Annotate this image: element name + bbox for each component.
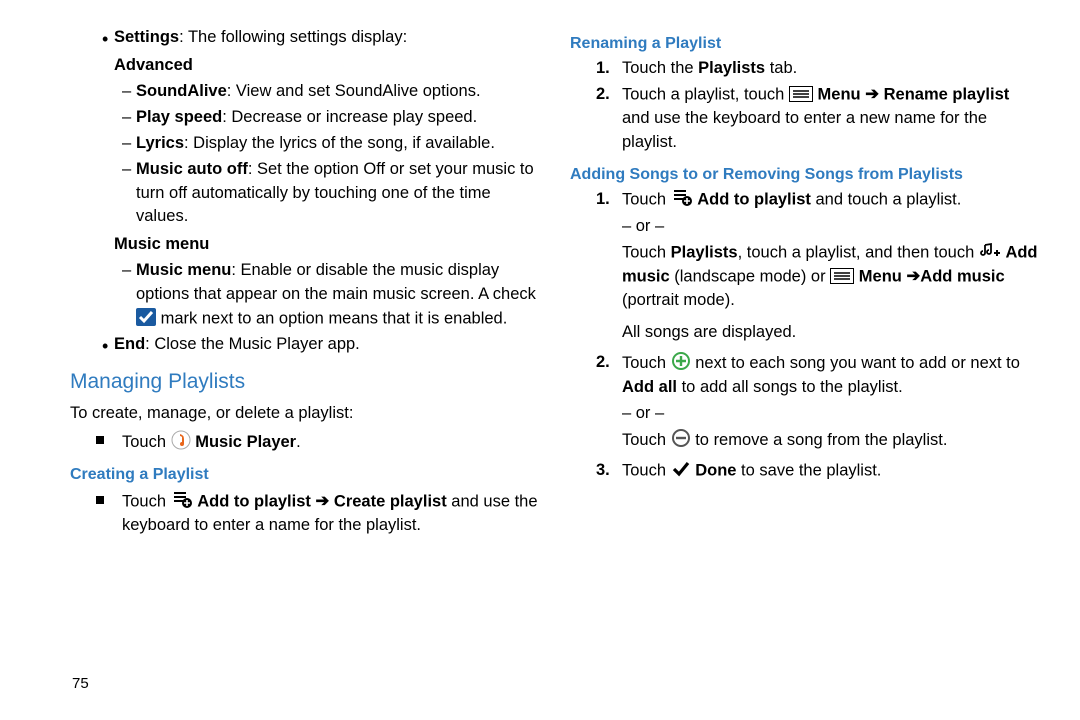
add-step-2: 2. Touch next to each song you want to a…: [556, 351, 1040, 453]
end-bullet: End: Close the Music Player app.: [56, 333, 540, 357]
checkmark-icon: [136, 307, 156, 331]
add-step-3: 3. Touch Done to save the playlist.: [556, 459, 1040, 483]
settings-bullet: Settings: The following settings display…: [56, 26, 540, 50]
add-music-icon: [979, 241, 1001, 265]
done-check-icon: [671, 459, 691, 483]
left-column: Settings: The following settings display…: [56, 24, 552, 542]
right-column: Renaming a Playlist 1. Touch the Playlis…: [552, 24, 1040, 542]
add-to-playlist-icon: [171, 490, 193, 514]
playspeed-item: Play speed: Decrease or increase play sp…: [56, 106, 540, 130]
advanced-heading: Advanced: [56, 54, 540, 78]
create-playlist-step: Touch Add to playlist Create playlist an…: [56, 490, 540, 538]
settings-label: Settings: [114, 28, 179, 46]
rename-step-1: 1. Touch the Playlists tab.: [556, 57, 1040, 81]
renaming-heading: Renaming a Playlist: [570, 32, 1040, 55]
adding-heading: Adding Songs to or Removing Songs from P…: [570, 163, 1040, 186]
music-player-icon: [171, 430, 191, 455]
page-number: 75: [72, 675, 89, 692]
plus-circle-icon: [671, 351, 691, 376]
menu-icon: [789, 83, 813, 107]
managing-heading: Managing Playlists: [70, 367, 540, 397]
autooff-item: Music auto off: Set the option Off or se…: [56, 158, 540, 230]
rename-step-2: 2. Touch a playlist, touch Menu Rename p…: [556, 83, 1040, 155]
creating-heading: Creating a Playlist: [70, 463, 540, 486]
add-to-playlist-icon: [671, 188, 693, 212]
soundalive-item: SoundAlive: View and set SoundAlive opti…: [56, 80, 540, 104]
lyrics-item: Lyrics: Display the lyrics of the song, …: [56, 132, 540, 156]
manual-page: Settings: The following settings display…: [0, 0, 1080, 542]
minus-circle-icon: [671, 428, 691, 453]
touch-music-player: Touch Music Player.: [56, 430, 540, 455]
menu-icon: [830, 265, 854, 289]
musicmenu-item: Music menu: Enable or disable the music …: [56, 259, 540, 331]
settings-text: : The following settings display:: [179, 28, 407, 46]
add-step-1: 1. Touch Add to playlist and touch a pla…: [556, 188, 1040, 345]
create-intro: To create, manage, or delete a playlist:: [56, 402, 540, 426]
musicmenu-heading: Music menu: [56, 233, 540, 257]
